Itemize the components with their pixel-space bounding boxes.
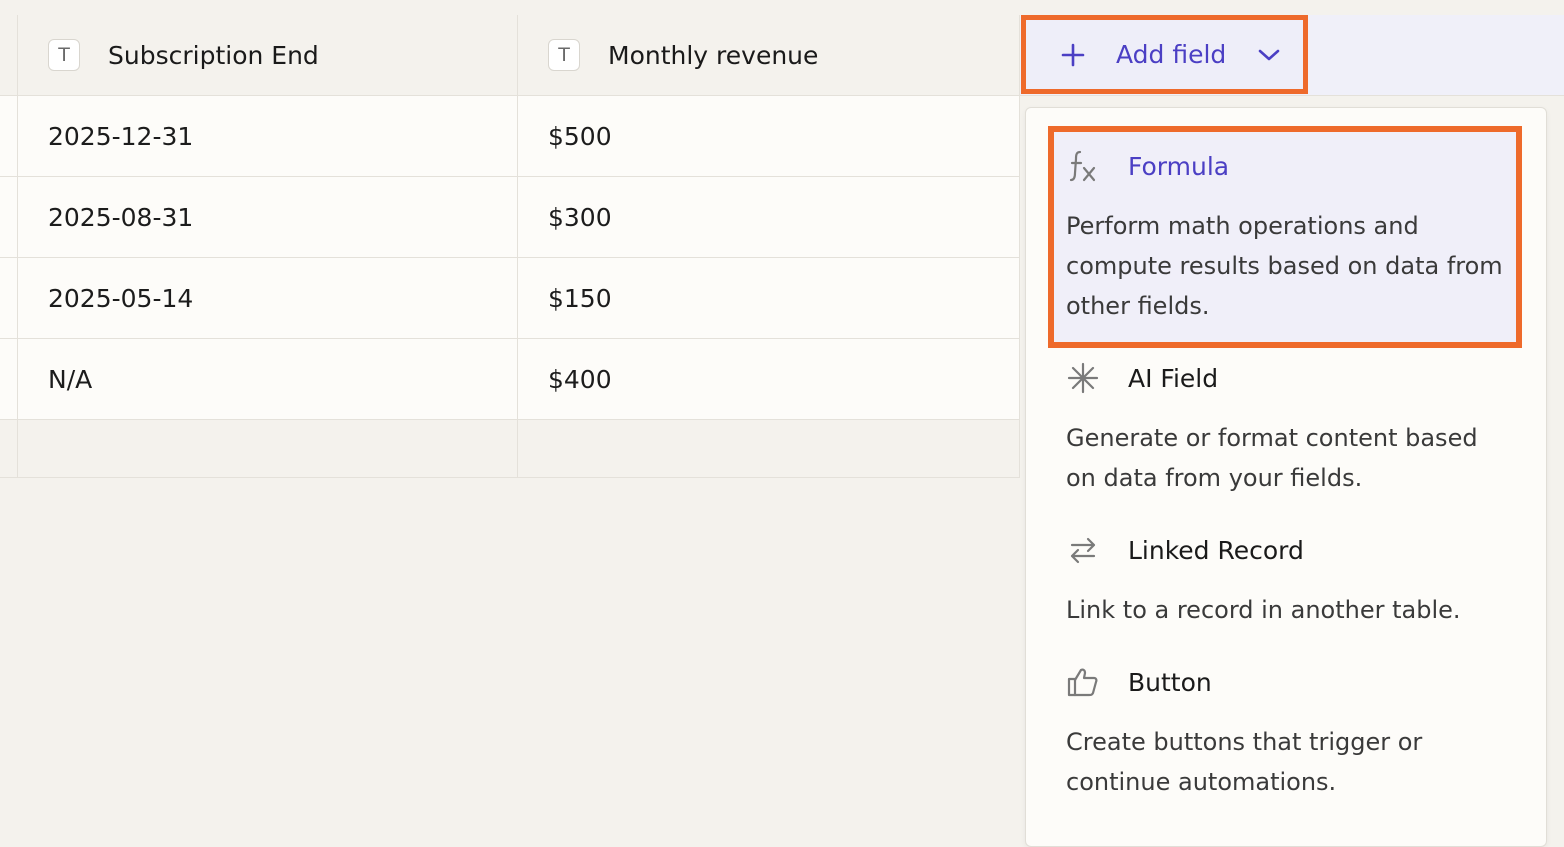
menu-option-formula[interactable]: Formula Perform math operations and comp…: [1048, 126, 1522, 348]
plus-icon: [1060, 42, 1090, 68]
text-type-icon: T: [548, 39, 580, 71]
table-row: 2025-08-31 $300: [0, 177, 1020, 258]
column-header-label: Monthly revenue: [608, 40, 819, 70]
menu-option-title: Linked Record: [1128, 535, 1304, 565]
menu-option-ai-field[interactable]: AI Field Generate or format content base…: [1066, 358, 1506, 498]
row-stub: [0, 339, 18, 419]
column-header-monthly-revenue[interactable]: T Monthly revenue: [518, 15, 1020, 95]
menu-option-description: Generate or format content based on data…: [1066, 424, 1478, 492]
row-stub: [0, 96, 18, 176]
row-stub: [0, 177, 18, 257]
table-row: 2025-12-31 $500: [0, 96, 1020, 177]
function-icon: [1066, 149, 1100, 183]
menu-option-linked-record[interactable]: Linked Record Link to a record in anothe…: [1066, 530, 1506, 630]
table-cell[interactable]: 2025-08-31: [18, 177, 518, 257]
table-cell[interactable]: $500: [518, 96, 1020, 176]
table-cell[interactable]: 2025-12-31: [18, 96, 518, 176]
sparkle-icon: [1066, 361, 1100, 395]
table-cell[interactable]: N/A: [18, 339, 518, 419]
table-cell[interactable]: 2025-05-14: [18, 258, 518, 338]
field-type-menu: Formula Perform math operations and comp…: [1025, 107, 1547, 847]
footer-cell: [518, 420, 1020, 477]
row-stub: [0, 15, 18, 95]
menu-option-description: Perform math operations and compute resu…: [1066, 212, 1503, 320]
table-header: T Subscription End T Monthly revenue: [0, 15, 1020, 96]
menu-option-title: AI Field: [1128, 363, 1219, 393]
row-stub: [0, 258, 18, 338]
menu-option-title: Button: [1128, 667, 1212, 697]
table-row: 2025-05-14 $150: [0, 258, 1020, 339]
row-stub: [0, 420, 18, 477]
add-field-button[interactable]: Add field: [1021, 15, 1308, 94]
menu-option-description: Create buttons that trigger or continue …: [1066, 728, 1423, 796]
menu-option-button[interactable]: Button Create buttons that trigger or co…: [1066, 662, 1506, 802]
column-header-label: Subscription End: [108, 40, 319, 70]
menu-option-description: Link to a record in another table.: [1066, 596, 1461, 624]
add-field-label: Add field: [1116, 40, 1227, 69]
chevron-down-icon[interactable]: [1258, 48, 1280, 62]
data-table: T Subscription End T Monthly revenue 202…: [0, 15, 1020, 478]
top-strip: [0, 0, 1564, 16]
table-cell[interactable]: $300: [518, 177, 1020, 257]
menu-option-title: Formula: [1128, 151, 1230, 181]
table-footer: [0, 420, 1020, 478]
table-cell[interactable]: $150: [518, 258, 1020, 338]
arrows-swap-icon: [1066, 533, 1100, 567]
table-cell[interactable]: $400: [518, 339, 1020, 419]
table-row: N/A $400: [0, 339, 1020, 420]
column-header-subscription-end[interactable]: T Subscription End: [18, 15, 518, 95]
text-type-icon: T: [48, 39, 80, 71]
footer-cell: [18, 420, 518, 477]
thumbs-up-icon: [1066, 665, 1100, 699]
